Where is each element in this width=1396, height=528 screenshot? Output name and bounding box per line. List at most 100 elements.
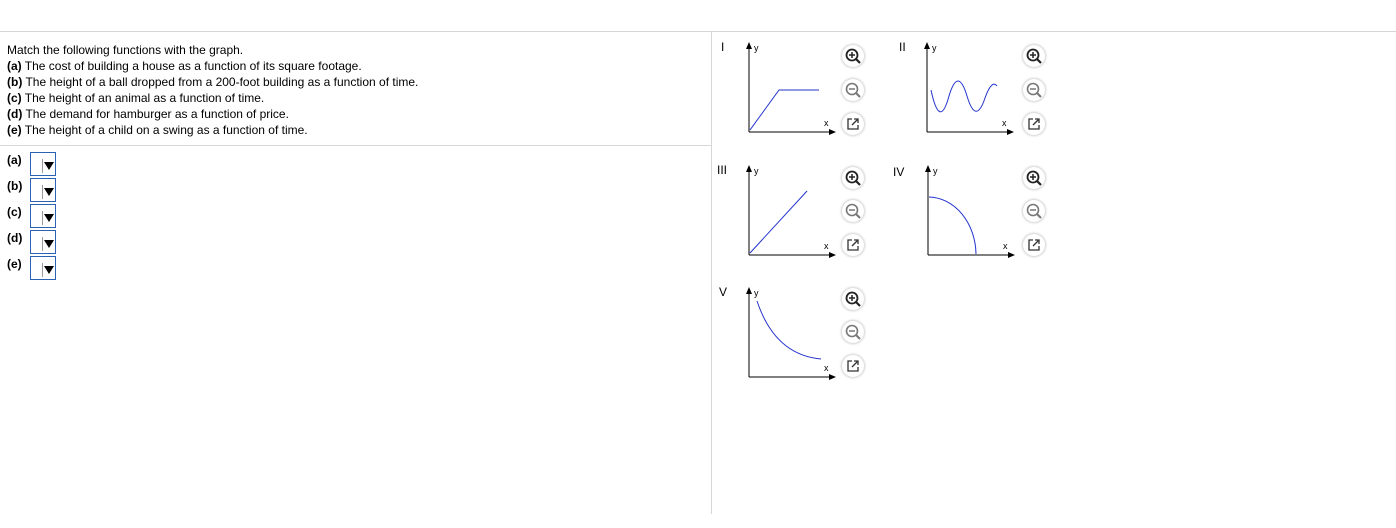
- graph-curve: [749, 190, 808, 254]
- item-label: (e): [7, 123, 22, 137]
- y-axis-arrow: [924, 42, 930, 49]
- y-axis-arrow: [746, 42, 752, 49]
- x-axis-label: x: [824, 118, 829, 128]
- dropdown-arrow-icon: [42, 185, 54, 199]
- item-text: The demand for hamburger as a function o…: [25, 107, 289, 121]
- x-axis-arrow: [829, 374, 836, 380]
- x-axis-label: x: [824, 241, 829, 251]
- dropdown-arrow-icon: [42, 211, 54, 225]
- answer-row-d: (d): [7, 229, 67, 255]
- graph-curve: [930, 80, 998, 113]
- graph-plot: y x: [746, 287, 836, 380]
- question-intro: Match the following functions with the g…: [7, 43, 244, 57]
- question-divider: [0, 145, 711, 146]
- zoom-out-icon: [845, 324, 861, 340]
- zoom-out-button[interactable]: [842, 200, 864, 222]
- zoom-in-icon: [845, 170, 861, 186]
- answer-dropdown-c[interactable]: [30, 204, 56, 228]
- zoom-in-button[interactable]: [842, 167, 864, 189]
- item-text: The height of a ball dropped from a 200-…: [25, 75, 419, 89]
- popout-button[interactable]: [842, 355, 864, 377]
- answer-dropdown-e[interactable]: [30, 256, 56, 280]
- y-axis-label: y: [932, 43, 937, 53]
- popout-button[interactable]: [1023, 234, 1045, 256]
- x-axis-arrow: [1007, 129, 1014, 135]
- y-axis-arrow: [746, 165, 752, 172]
- x-axis-label: x: [1003, 241, 1008, 251]
- zoom-in-icon: [1026, 170, 1042, 186]
- question-item-a: (a) The cost of building a house as a fu…: [7, 58, 707, 74]
- zoom-out-icon: [845, 82, 861, 98]
- graph-numeral: IV: [893, 165, 905, 179]
- zoom-out-icon: [845, 203, 861, 219]
- question-item-d: (d) The demand for hamburger as a functi…: [7, 106, 707, 122]
- answer-dropdown-a[interactable]: [30, 152, 56, 176]
- top-divider: [0, 31, 1396, 32]
- x-axis-arrow: [829, 129, 836, 135]
- popout-icon: [847, 239, 859, 251]
- x-axis-label: x: [824, 363, 829, 373]
- graph-plot: y x: [925, 165, 1015, 258]
- zoom-out-button[interactable]: [842, 321, 864, 343]
- zoom-out-button[interactable]: [842, 79, 864, 101]
- graph-numeral: II: [899, 40, 906, 54]
- popout-button[interactable]: [842, 113, 864, 135]
- zoom-in-button[interactable]: [842, 45, 864, 67]
- dropdown-arrow-icon: [42, 263, 54, 277]
- item-label: (a): [7, 59, 22, 73]
- item-label: (d): [7, 107, 23, 121]
- y-axis-label: y: [754, 43, 759, 53]
- answer-label: (d): [7, 231, 23, 245]
- zoom-out-icon: [1026, 203, 1042, 219]
- answer-dropdown-d[interactable]: [30, 230, 56, 254]
- answer-label: (a): [7, 153, 22, 167]
- x-axis-arrow: [829, 252, 836, 258]
- graph-numeral: I: [721, 40, 725, 54]
- zoom-out-button[interactable]: [1023, 79, 1045, 101]
- popout-icon: [1028, 118, 1040, 130]
- zoom-in-button[interactable]: [1023, 167, 1045, 189]
- zoom-out-icon: [1026, 82, 1042, 98]
- popout-icon: [847, 118, 859, 130]
- dropdown-arrow-icon: [42, 237, 54, 251]
- graph-curve: [928, 196, 977, 255]
- y-axis-label: y: [933, 166, 938, 176]
- y-axis-label: y: [754, 288, 759, 298]
- dropdown-arrow-icon: [42, 159, 54, 173]
- panel-divider: [711, 32, 712, 514]
- graph-plot: y x: [746, 165, 836, 258]
- answer-label: (e): [7, 257, 22, 271]
- graph-curve: [756, 300, 822, 360]
- item-label: (c): [7, 91, 22, 105]
- y-axis-label: y: [754, 166, 759, 176]
- answer-label: (c): [7, 205, 22, 219]
- x-axis-label: x: [1002, 118, 1007, 128]
- zoom-in-icon: [1026, 48, 1042, 64]
- zoom-out-button[interactable]: [1023, 200, 1045, 222]
- answer-row-a: (a): [7, 151, 67, 177]
- zoom-in-button[interactable]: [1023, 45, 1045, 67]
- graph-plot: y x: [924, 42, 1014, 135]
- question-panel: Match the following functions with the g…: [7, 42, 707, 138]
- question-item-c: (c) The height of an animal as a functio…: [7, 90, 707, 106]
- answer-dropdown-b[interactable]: [30, 178, 56, 202]
- graph-curve: [749, 89, 819, 131]
- item-text: The height of a child on a swing as a fu…: [24, 123, 308, 137]
- graph-numeral: III: [717, 163, 728, 177]
- graph-plot: y x: [746, 42, 836, 135]
- popout-button[interactable]: [1023, 113, 1045, 135]
- zoom-in-icon: [845, 291, 861, 307]
- popout-icon: [1028, 239, 1040, 251]
- answer-label: (b): [7, 179, 23, 193]
- question-item-b: (b) The height of a ball dropped from a …: [7, 74, 707, 90]
- x-axis-arrow: [1008, 252, 1015, 258]
- popout-button[interactable]: [842, 234, 864, 256]
- graph-numeral: V: [719, 285, 728, 299]
- answer-row-b: (b): [7, 177, 67, 203]
- question-item-e: (e) The height of a child on a swing as …: [7, 122, 707, 138]
- zoom-in-button[interactable]: [842, 288, 864, 310]
- zoom-in-icon: [845, 48, 861, 64]
- item-text: The cost of building a house as a functi…: [24, 59, 362, 73]
- item-label: (b): [7, 75, 23, 89]
- answer-row-e: (e): [7, 255, 67, 281]
